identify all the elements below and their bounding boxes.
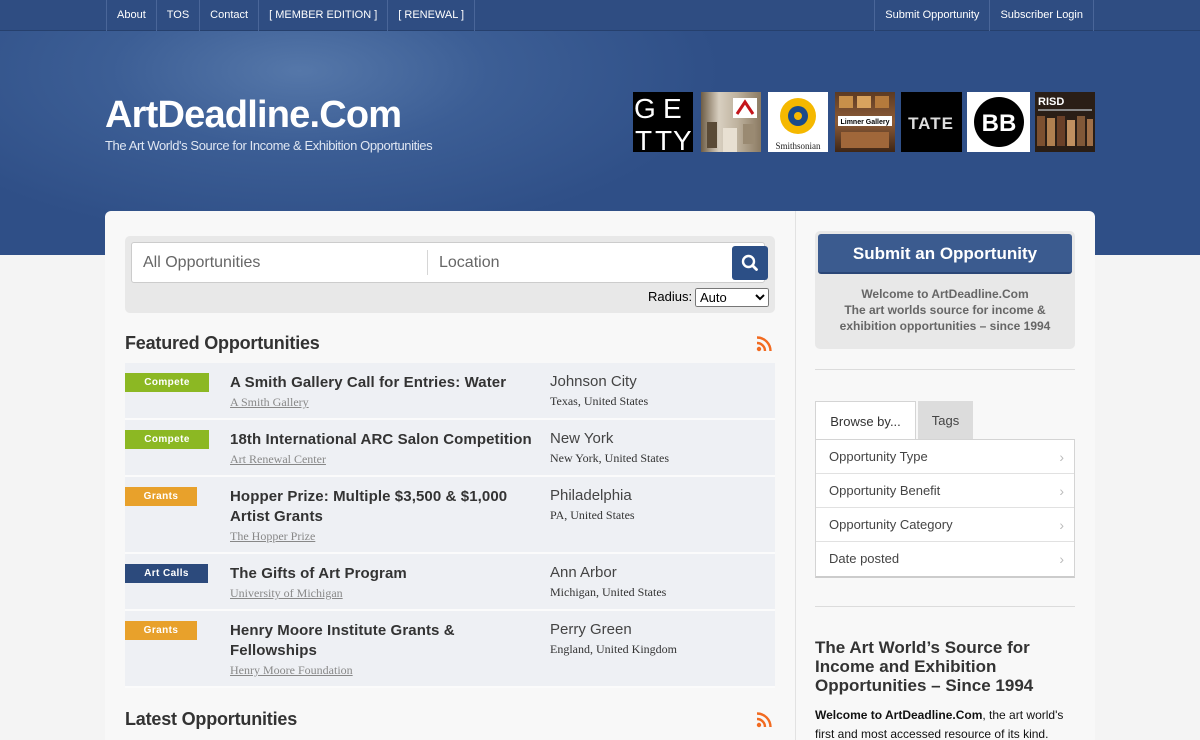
nav-about-link[interactable]: About <box>107 0 157 31</box>
sidebar-divider-1 <box>815 369 1075 370</box>
opportunity-city: New York <box>550 430 614 447</box>
svg-text:BB: BB <box>982 110 1017 137</box>
svg-text:TATE: TATE <box>908 114 954 133</box>
badge-grants: Grants <box>125 621 197 640</box>
featured-heading: Featured Opportunities <box>125 333 320 353</box>
opportunity-row[interactable]: Grants Henry Moore Institute Grants & Fe… <box>125 611 775 688</box>
limner-gallery-photo: Limner Gallery <box>835 92 895 152</box>
opportunity-region: Michigan, United States <box>550 585 667 599</box>
welcome-line-3: exhibition opportunities – since 1994 <box>839 319 1051 333</box>
browse-list: Opportunity Type › Opportunity Benefit ›… <box>815 439 1075 578</box>
welcome-line-1: Welcome to ArtDeadline.Com <box>861 287 1029 301</box>
submit-opportunity-button[interactable]: Submit an Opportunity <box>818 234 1072 274</box>
opportunity-city: Johnson City <box>550 373 637 390</box>
rss-icon[interactable] <box>756 711 773 728</box>
featured-list: Compete A Smith Gallery Call for Entries… <box>125 363 775 688</box>
browse-item-date-posted[interactable]: Date posted › <box>816 542 1074 576</box>
opportunity-search-input[interactable] <box>132 243 425 282</box>
browse-item-label: Opportunity Category <box>829 517 953 532</box>
browse-item-label: Date posted <box>829 551 900 566</box>
nav-member-edition-link[interactable]: [ MEMBER EDITION ] <box>259 0 389 31</box>
opportunity-title[interactable]: Hopper Prize: Multiple $3,500 & $1,000 A… <box>230 487 540 527</box>
svg-text:RISD: RISD <box>1038 96 1064 108</box>
top-nav-left: About TOS Contact [ MEMBER EDITION ] [ R… <box>106 0 476 31</box>
tate-logo: TATE <box>901 92 962 152</box>
opportunity-title[interactable]: 18th International ARC Salon Competition <box>230 430 550 450</box>
svg-text:E: E <box>663 93 682 124</box>
latest-heading: Latest Opportunities <box>125 709 298 729</box>
opportunity-region: PA, United States <box>550 508 635 522</box>
site-tagline: The Art World's Source for Income & Exhi… <box>105 138 433 153</box>
tab-tags[interactable]: Tags <box>918 401 973 440</box>
chevron-right-icon: › <box>1059 517 1064 533</box>
about-text: Welcome to ArtDeadline.Com, the art worl… <box>815 706 1075 740</box>
browse-item-opportunity-benefit[interactable]: Opportunity Benefit › <box>816 474 1074 508</box>
opportunity-organization-link[interactable]: University of Michigan <box>230 586 343 601</box>
about-bold-text: Welcome to ArtDeadline.Com <box>815 708 983 722</box>
badge-grants: Grants <box>125 487 197 506</box>
top-nav-right: Submit Opportunity Subscriber Login <box>874 0 1094 31</box>
welcome-text: Welcome to ArtDeadline.Com The art world… <box>815 286 1075 334</box>
opportunity-row[interactable]: Compete A Smith Gallery Call for Entries… <box>125 363 775 420</box>
badge-compete: Compete <box>125 373 209 392</box>
opportunity-organization-link[interactable]: Henry Moore Foundation <box>230 663 353 678</box>
nav-tos-link[interactable]: TOS <box>157 0 201 31</box>
opportunity-organization-link[interactable]: Art Renewal Center <box>230 452 326 467</box>
badge-compete: Compete <box>125 430 209 449</box>
browse-item-label: Opportunity Benefit <box>829 483 941 498</box>
opportunity-title[interactable]: The Gifts of Art Program <box>230 564 540 584</box>
search-panel: Radius: Auto <box>125 236 775 313</box>
svg-text:T: T <box>655 125 672 152</box>
opportunity-city: Ann Arbor <box>550 564 617 581</box>
opportunity-region: England, United Kingdom <box>550 642 677 656</box>
chevron-right-icon: › <box>1059 483 1064 499</box>
getty-logo: G E T T Y <box>633 92 693 152</box>
opportunity-region: Texas, United States <box>550 394 649 408</box>
nav-renewal-link[interactable]: [ RENEWAL ] <box>388 0 476 31</box>
opportunity-city: Perry Green <box>550 621 632 638</box>
risd-logo: RISD <box>1035 92 1095 152</box>
about-heading: The Art World’s Source for Income and Ex… <box>815 638 1034 695</box>
browse-item-opportunity-type[interactable]: Opportunity Type › <box>816 440 1074 474</box>
svg-text:Y: Y <box>673 125 692 152</box>
opportunity-title[interactable]: A Smith Gallery Call for Entries: Water <box>230 373 540 393</box>
sidebar-divider <box>795 211 796 740</box>
radius-select[interactable]: Auto <box>695 288 769 307</box>
smithsonian-logo: Smithsonian <box>768 92 828 152</box>
opportunity-organization-link[interactable]: A Smith Gallery <box>230 395 309 410</box>
gallery-photo-1 <box>701 92 761 152</box>
opportunity-region: New York, United States <box>550 451 669 465</box>
opportunity-row[interactable]: Compete 18th International ARC Salon Com… <box>125 420 775 477</box>
search-button[interactable] <box>732 246 768 280</box>
radius-label: Radius: <box>648 289 693 304</box>
nav-contact-link[interactable]: Contact <box>200 0 260 31</box>
sidebar-divider-2 <box>815 606 1075 607</box>
search-bar <box>131 242 768 283</box>
rss-icon[interactable] <box>756 335 773 352</box>
svg-text:Limner Gallery: Limner Gallery <box>840 119 889 126</box>
opportunity-city: Philadelphia <box>550 487 632 504</box>
browse-item-label: Opportunity Type <box>829 449 928 464</box>
welcome-line-2: The art worlds source for income & <box>844 303 1046 317</box>
svg-text:G: G <box>634 93 656 124</box>
top-nav: About TOS Contact [ MEMBER EDITION ] [ R… <box>0 0 1200 31</box>
nav-subscriber-login-link[interactable]: Subscriber Login <box>990 0 1094 31</box>
svg-text:Smithsonian: Smithsonian <box>775 141 821 151</box>
bb-logo: BB <box>967 92 1030 152</box>
svg-text:T: T <box>635 125 652 152</box>
location-search-input[interactable] <box>428 243 728 282</box>
opportunity-title[interactable]: Henry Moore Institute Grants & Fellowshi… <box>230 621 510 661</box>
badge-art-calls: Art Calls <box>125 564 208 583</box>
tab-browse-by[interactable]: Browse by... <box>815 401 916 440</box>
opportunity-row[interactable]: Grants Hopper Prize: Multiple $3,500 & $… <box>125 477 775 554</box>
search-icon <box>741 254 758 271</box>
site-logo-text[interactable]: ArtDeadline.Com <box>105 94 402 137</box>
chevron-right-icon: › <box>1059 449 1064 465</box>
chevron-right-icon: › <box>1059 551 1064 567</box>
opportunity-row[interactable]: Art Calls The Gifts of Art Program Unive… <box>125 554 775 611</box>
browse-item-opportunity-category[interactable]: Opportunity Category › <box>816 508 1074 542</box>
submit-panel: Submit an Opportunity Welcome to ArtDead… <box>815 231 1075 349</box>
opportunity-organization-link[interactable]: The Hopper Prize <box>230 529 315 544</box>
nav-submit-opportunity-link[interactable]: Submit Opportunity <box>875 0 991 31</box>
